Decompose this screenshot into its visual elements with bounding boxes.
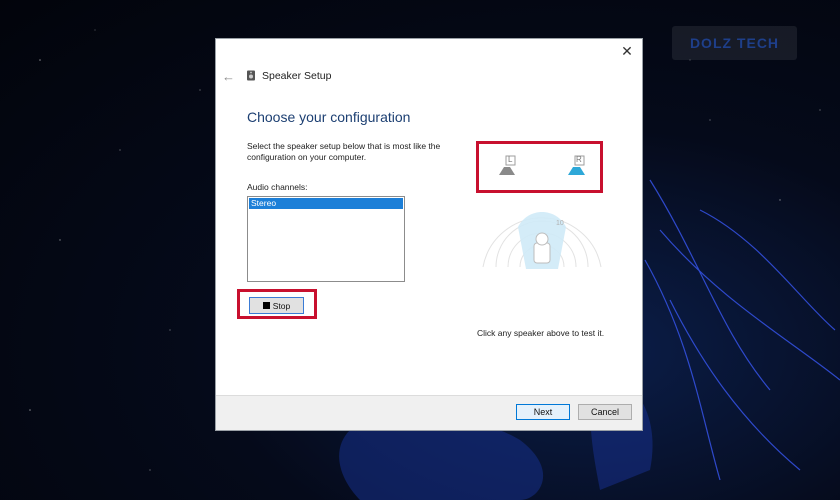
audio-channels-listbox[interactable]: Stereo (247, 196, 405, 282)
next-button[interactable]: Next (516, 404, 570, 420)
window-title: Speaker Setup (262, 70, 332, 82)
stop-button[interactable]: Stop (249, 297, 304, 314)
page-heading: Choose your configuration (247, 109, 411, 125)
back-arrow-icon[interactable]: ← (222, 69, 235, 84)
description-text: Select the speaker setup below that is m… (247, 141, 441, 162)
list-item-stereo[interactable]: Stereo (249, 198, 403, 209)
right-speaker-label: R (576, 155, 582, 164)
speaker-icon (247, 70, 255, 81)
test-hint-text: Click any speaker above to test it. (477, 328, 605, 338)
svg-text:10: 10 (556, 220, 564, 227)
dialog-footer: Next Cancel (216, 395, 642, 430)
watermark-text: DOLZ TECH (689, 35, 780, 51)
audio-channels-label: Audio channels: (247, 182, 308, 192)
stop-button-label: Stop (272, 300, 291, 311)
stop-square-icon (262, 302, 270, 309)
watermark-logo: DOLZ TECH (672, 26, 797, 60)
speaker-setup-dialog: ✕ ← Speaker Setup Choose your configurat… (216, 39, 642, 430)
left-speaker-label: L (508, 155, 513, 164)
close-icon[interactable]: ✕ (620, 44, 634, 58)
cancel-button[interactable]: Cancel (578, 404, 632, 420)
